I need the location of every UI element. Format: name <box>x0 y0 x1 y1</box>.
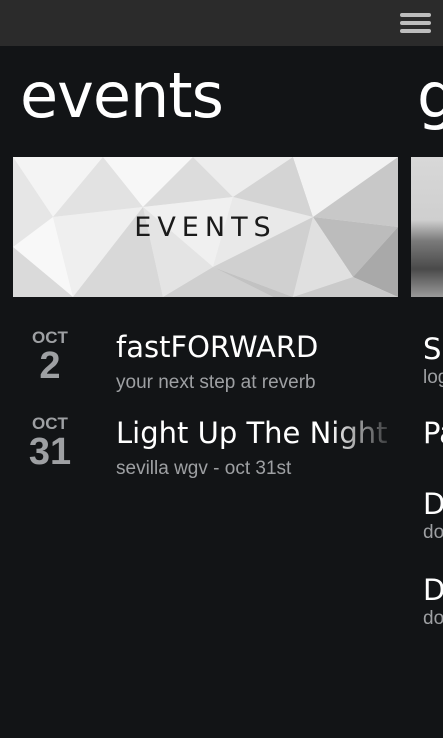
event-title: fastFORWARD <box>116 330 319 364</box>
event-subtitle: your next step at reverb <box>116 372 316 393</box>
next-item-title: D <box>423 487 443 521</box>
event-item[interactable]: OCT 2 fastFORWARD your next step at reve… <box>0 328 400 414</box>
page-title: events <box>20 59 224 132</box>
hamburger-menu-icon[interactable] <box>400 13 431 33</box>
next-panel-item[interactable]: Pa <box>423 416 443 450</box>
app-bar <box>0 0 443 46</box>
event-item[interactable]: OCT 31 Light Up The Night sevilla wgv - … <box>0 414 400 500</box>
next-item-title: Pa <box>423 416 443 450</box>
event-subtitle: sevilla wgv - oct 31st <box>116 458 292 479</box>
next-panel-item[interactable]: Se log <box>423 332 443 390</box>
next-item-subtitle: do <box>423 522 443 543</box>
banner-title: EVENTS <box>134 211 277 243</box>
event-title: Light Up The Night <box>116 416 388 450</box>
next-item-subtitle: do <box>423 608 443 629</box>
events-banner[interactable]: EVENTS <box>13 157 398 297</box>
next-item-title: D <box>423 573 443 607</box>
next-item-subtitle: log <box>423 367 443 388</box>
event-day: 2 <box>39 345 61 387</box>
next-item-title: Se <box>423 332 443 366</box>
next-panel-title: g <box>417 59 443 132</box>
panorama-view[interactable]: events g EVENTS OCT 2 fastFORWARD your n… <box>0 46 443 738</box>
next-panel-image[interactable] <box>411 157 443 297</box>
next-panel-item[interactable]: D do <box>423 487 443 545</box>
next-panel-item[interactable]: D do <box>423 573 443 631</box>
event-day: 31 <box>28 431 72 473</box>
